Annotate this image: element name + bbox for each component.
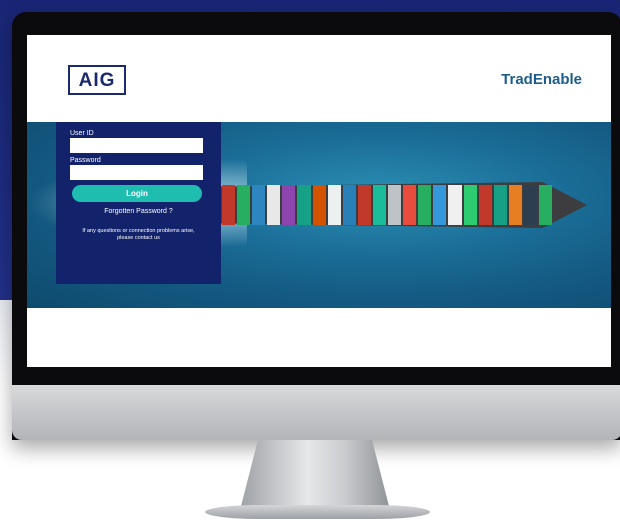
forgot-password-link[interactable]: Forgotten Password ?: [70, 208, 207, 215]
login-panel: User ID Password Login Forgotten Passwor…: [56, 122, 221, 284]
aig-logo[interactable]: AIG: [68, 65, 126, 95]
monitor-stand-neck: [240, 440, 390, 510]
tradenable-brand: TradEnable: [501, 71, 582, 88]
hero-ship-image: User ID Password Login Forgotten Passwor…: [27, 122, 611, 308]
ship-containers: [222, 185, 553, 225]
password-label: Password: [70, 157, 101, 164]
user-id-label: User ID: [70, 130, 94, 137]
contact-support-text[interactable]: If any questions or connection problems …: [70, 228, 207, 242]
password-input[interactable]: [70, 165, 203, 180]
monitor-stand-base: [205, 505, 430, 519]
login-button[interactable]: Login: [72, 185, 202, 202]
user-id-input[interactable]: [70, 138, 203, 153]
monitor-chin: [12, 385, 620, 440]
site-header: AIG TradEnable: [27, 35, 611, 122]
monitor-screen: AIG TradEnable User ID Password Login Fo…: [27, 35, 611, 367]
